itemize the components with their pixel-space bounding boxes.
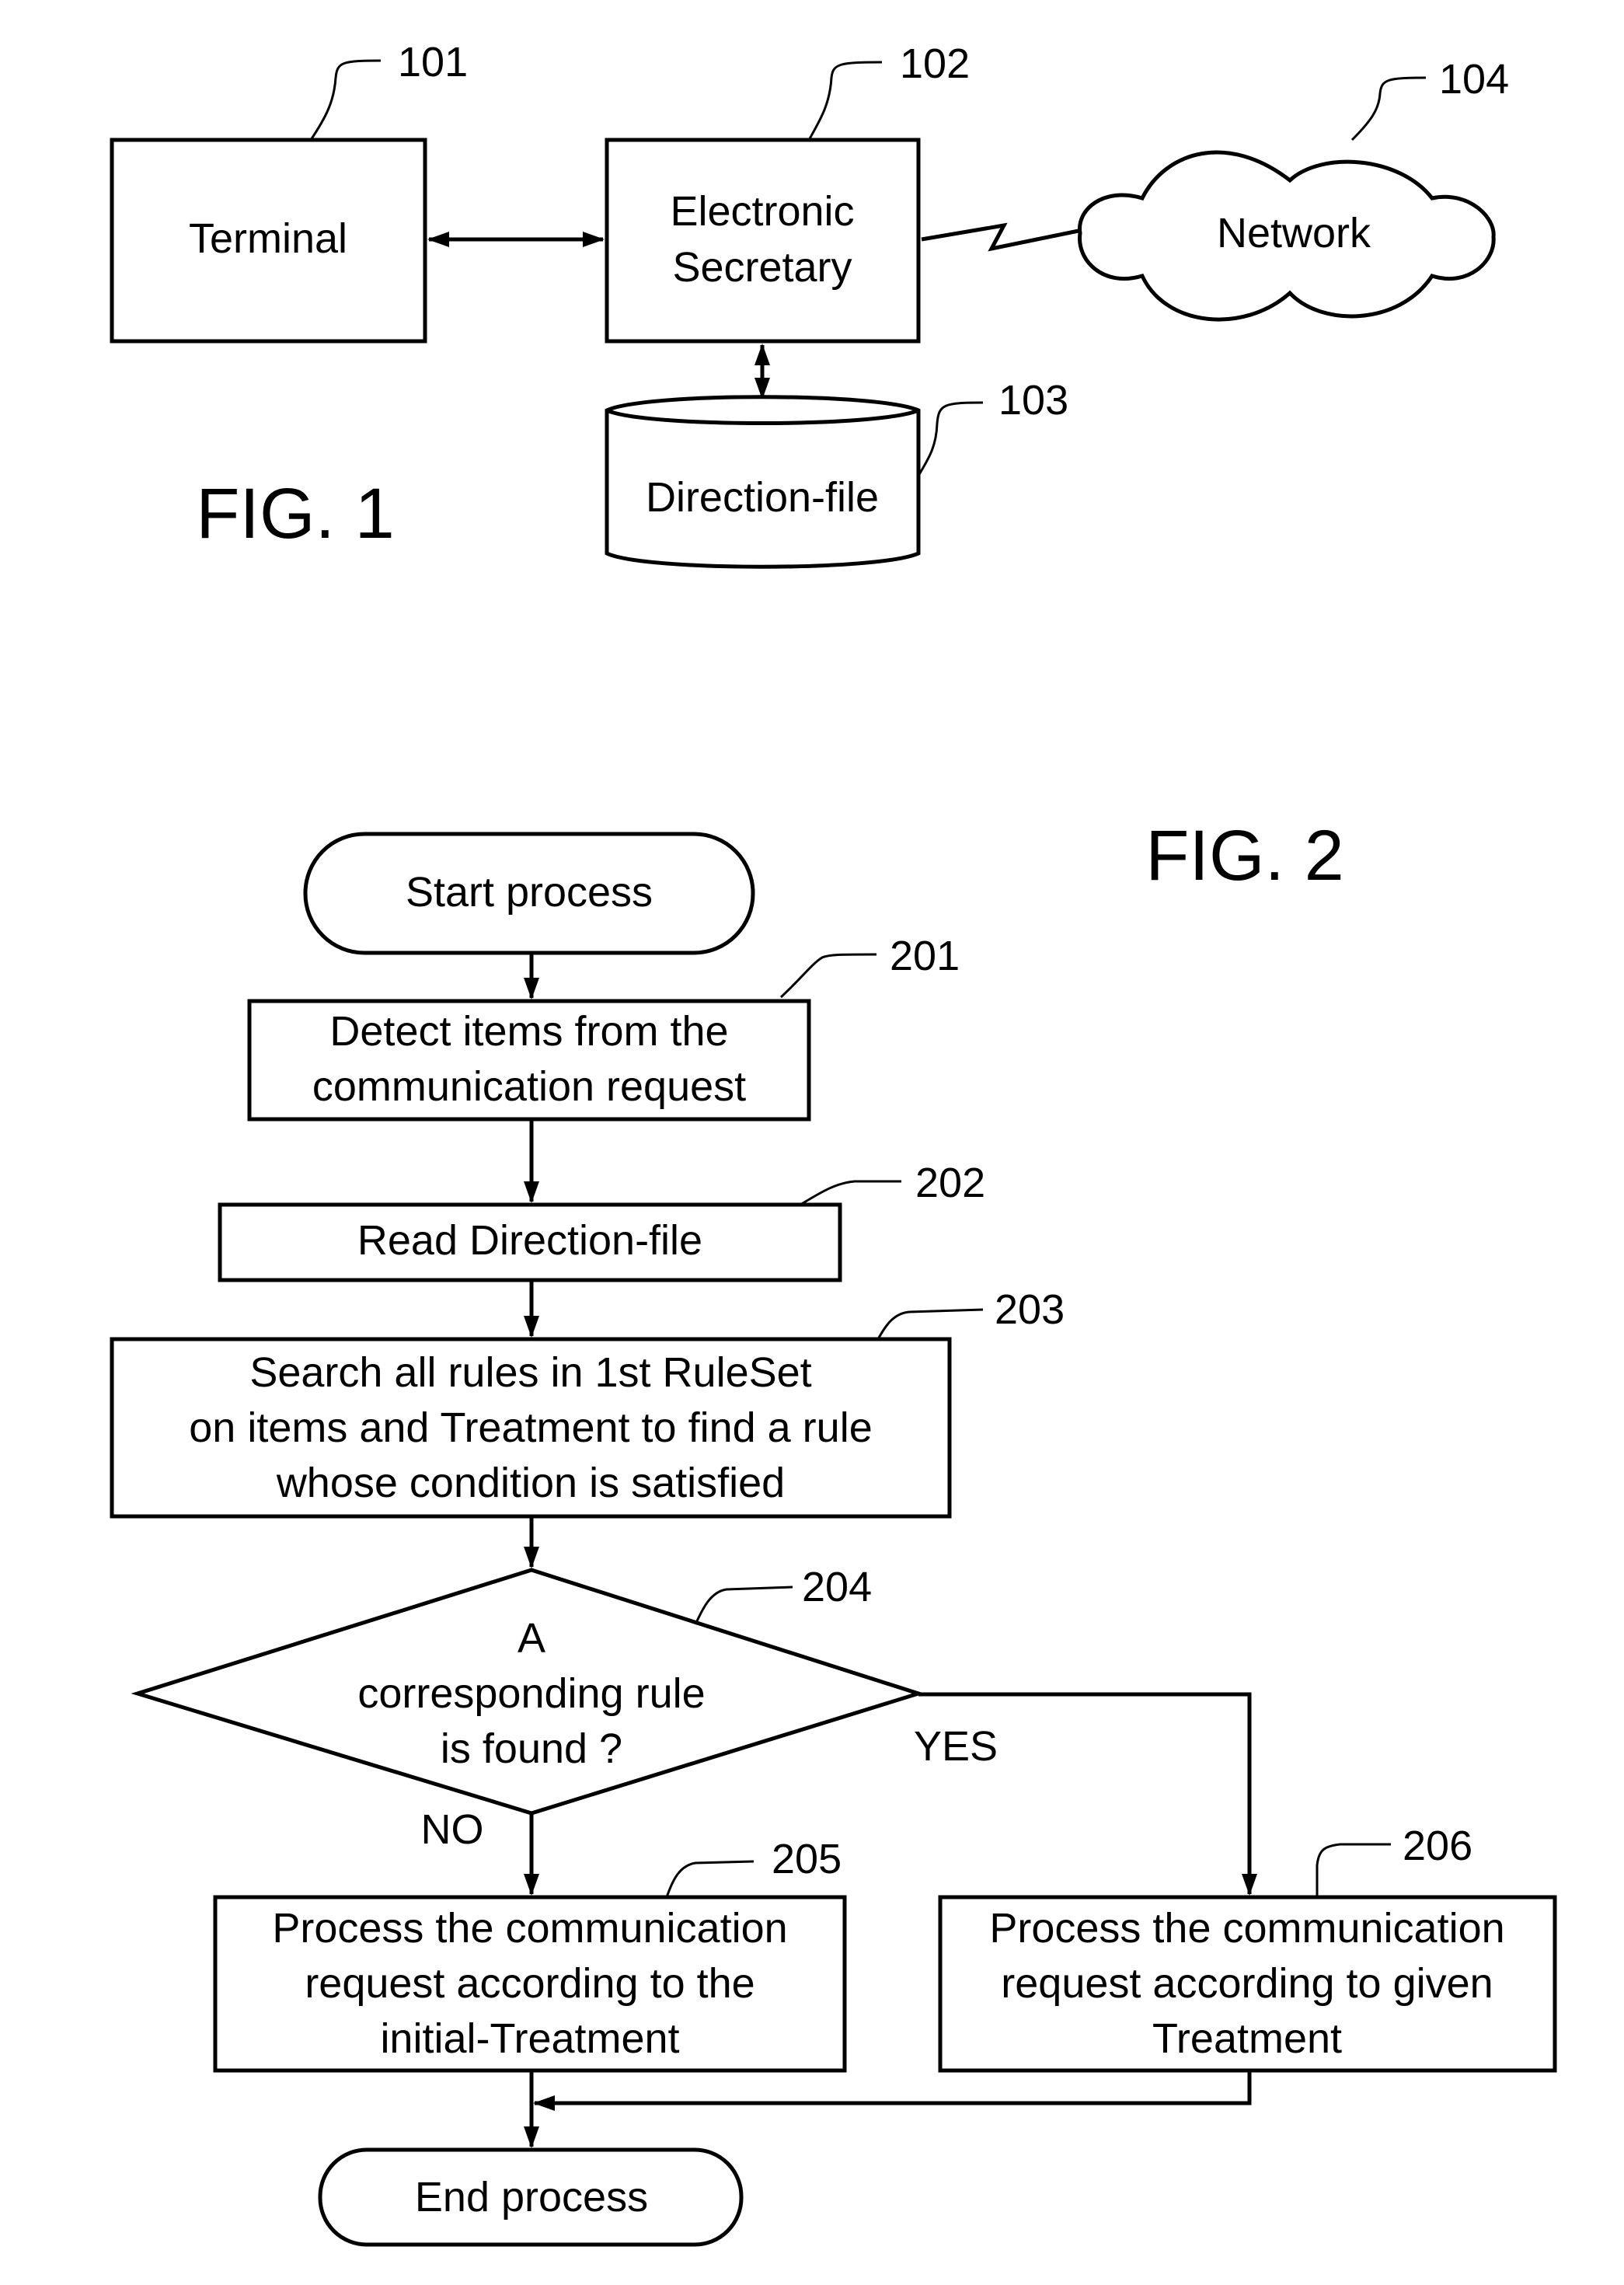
step-203-line-1: Search all rules in 1st RuleSet (249, 1349, 811, 1396)
step-201-ref: 201 (890, 933, 960, 979)
decision-204-leader-line (694, 1586, 793, 1625)
step-202-leader-line (800, 1180, 901, 1206)
start-terminator: Start process (303, 832, 755, 955)
decision-204-line-1: A (518, 1615, 545, 1662)
step-206-line-2: request according to given (1001, 1960, 1493, 2007)
arrow-206-merge (533, 2070, 1252, 2111)
network-label: Network (1217, 210, 1371, 256)
end-terminator: End process (318, 2147, 744, 2247)
start-process-label: Start process (406, 869, 653, 916)
step-205-line-2: request according to the (305, 1960, 754, 2007)
step-201: Detect items from the communication requ… (247, 933, 960, 1122)
step-203-ref: 203 (995, 1286, 1065, 1333)
wireless-link-icon (921, 222, 1079, 252)
direction-file-label: Direction-file (646, 474, 879, 521)
fig2: FIG. 2 Start process Detect items from t… (110, 816, 1557, 2247)
patent-drawing: Terminal 101 Electronic Secretary 102 Ne… (110, 39, 1557, 2247)
step-202-label: Read Direction-file (357, 1217, 702, 1264)
step-206-line-3: Treatment (1152, 2015, 1342, 2062)
fig1: Terminal 101 Electronic Secretary 102 Ne… (110, 39, 1509, 569)
step-205-line-3: initial-Treatment (380, 2015, 679, 2062)
secretary-leader-line (807, 61, 883, 142)
secretary-box (605, 138, 921, 344)
direction-file-ref: 103 (998, 377, 1068, 424)
step-206-ref: 206 (1403, 1823, 1472, 1869)
decision-no-label: NO (421, 1806, 484, 1853)
step-203-leader-line (876, 1308, 984, 1340)
secretary-ref: 102 (900, 40, 970, 87)
step-202-ref: 202 (915, 1160, 985, 1206)
terminal-ref: 101 (398, 39, 468, 85)
step-202: Read Direction-file 202 (218, 1160, 985, 1282)
secretary-label-line-2: Secretary (672, 244, 852, 291)
step-203-line-2: on items and Treatment to find a rule (189, 1404, 872, 1451)
step-203: Search all rules in 1st RuleSet on items… (110, 1286, 1065, 1519)
step-206-line-1: Process the communication (989, 1905, 1504, 1952)
end-process-label: End process (415, 2174, 648, 2220)
step-205-ref: 205 (772, 1836, 842, 1882)
decision-204: A corresponding rule is found ? 204 YES … (131, 1564, 998, 1853)
terminal-node: Terminal 101 (110, 39, 468, 344)
step-201-leader-line (779, 953, 877, 999)
network-node: Network 104 (1078, 56, 1509, 322)
step-203-line-3: whose condition is satisfied (276, 1460, 785, 1506)
decision-204-line-3: is found ? (441, 1725, 622, 1772)
network-ref: 104 (1439, 56, 1509, 103)
direction-file-node: Direction-file 103 (605, 377, 1068, 569)
secretary-node: Electronic Secretary 102 (605, 40, 970, 344)
network-leader-line (1350, 76, 1427, 141)
terminal-leader-line (309, 59, 382, 141)
fig1-caption: FIG. 1 (196, 474, 395, 553)
decision-204-line-2: corresponding rule (357, 1670, 705, 1717)
fig2-caption: FIG. 2 (1145, 816, 1344, 895)
step-201-line-2: communication request (312, 1063, 746, 1110)
terminal-label: Terminal (189, 215, 347, 262)
decision-yes-label: YES (914, 1723, 998, 1770)
direction-file-leader-line (917, 401, 984, 476)
secretary-label-line-1: Electronic (670, 188, 854, 235)
step-201-line-1: Detect items from the (329, 1008, 728, 1055)
step-206-leader-line (1316, 1843, 1391, 1897)
step-205-line-1: Process the communication (272, 1905, 787, 1952)
decision-204-ref: 204 (802, 1564, 872, 1610)
step-205-leader-line (665, 1860, 754, 1898)
